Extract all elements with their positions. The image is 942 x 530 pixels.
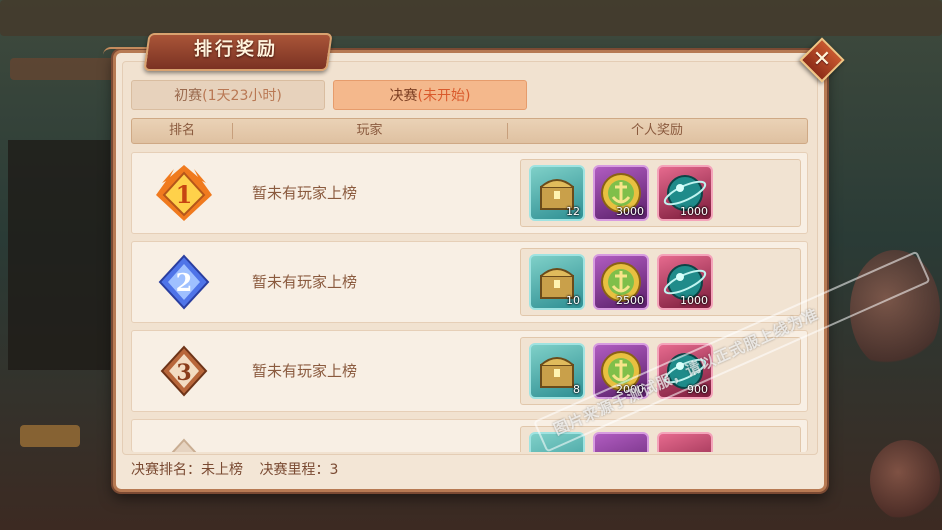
footer-status: 决赛排名：未上榜 决赛里程：3 [131,456,350,484]
player-name: 暂未有玩家上榜 [252,362,358,380]
treasure-chest-icon[interactable]: 8 [529,343,585,399]
player-name: 暂未有玩家上榜 [252,273,358,291]
reward-count: 12 [566,205,580,218]
rank-3-bronze-badge-icon: 3 [160,345,208,397]
title-decoration [103,47,149,57]
reward-list: 10 2500 1000 [520,248,801,316]
tab-status: (未开始) [417,88,471,104]
final-rank-text: 决赛排名：未上榜 [131,462,243,478]
tab-preliminary[interactable]: 初赛(1天23小时) [131,80,325,110]
svg-text:1: 1 [176,180,193,209]
cyan-orb-icon[interactable] [657,432,713,452]
header-player: 玩家 [356,123,383,138]
tab-label: 初赛 [174,88,203,104]
close-x-icon[interactable]: ✕ [806,44,838,76]
rank-4-badge-icon [171,438,197,452]
cyan-orb-icon[interactable]: 1000 [657,254,713,310]
svg-text:2: 2 [176,268,193,297]
final-mileage-text: 决赛里程：3 [259,462,339,478]
background-left-panel [8,140,110,370]
gold-anchor-coin-icon[interactable]: 2500 [593,254,649,310]
cyan-orb-icon[interactable]: 1000 [657,165,713,221]
panel-title: 排行奖励 [194,39,278,60]
game-screen: 排行奖励 ✕ 初赛(1天23小时) 决赛(未开始) 排名 玩家 个人奖励 1 暂… [0,0,942,530]
tab-status: (1天23小时) [202,88,282,104]
reward-list: 12 3000 1000 [520,159,801,227]
rank-1-flame-badge-icon: 1 [156,165,212,221]
table-row: 1 暂未有玩家上榜 12 3000 1000 [131,152,808,234]
gold-anchor-coin-icon[interactable] [593,432,649,452]
reward-count: 1000 [680,205,708,218]
tab-final[interactable]: 决赛(未开始) [333,80,527,110]
svg-text:3: 3 [176,360,191,386]
reward-count: 3000 [616,205,644,218]
player-name: 暂未有玩家上榜 [252,184,358,202]
rank-2-blue-badge-icon: 2 [158,254,210,310]
reward-count: 2500 [616,294,644,307]
background-left-button [20,425,80,447]
header-personal-reward: 个人奖励 [630,123,683,138]
header-rank: 排名 [168,123,195,138]
tab-label: 决赛 [389,88,418,104]
background-top-bar [0,0,942,36]
reward-count: 10 [566,294,580,307]
treasure-chest-icon[interactable]: 12 [529,165,585,221]
treasure-chest-icon[interactable]: 10 [529,254,585,310]
table-row [131,419,808,452]
reward-count: 1000 [680,294,708,307]
table-row: 2 暂未有玩家上榜 10 2500 1000 [131,241,808,323]
table-header: 排名 玩家 个人奖励 [131,118,808,144]
gold-anchor-coin-icon[interactable]: 3000 [593,165,649,221]
reward-count: 8 [573,383,580,396]
background-character-bottom [870,440,940,520]
background-left-banner [10,58,120,80]
